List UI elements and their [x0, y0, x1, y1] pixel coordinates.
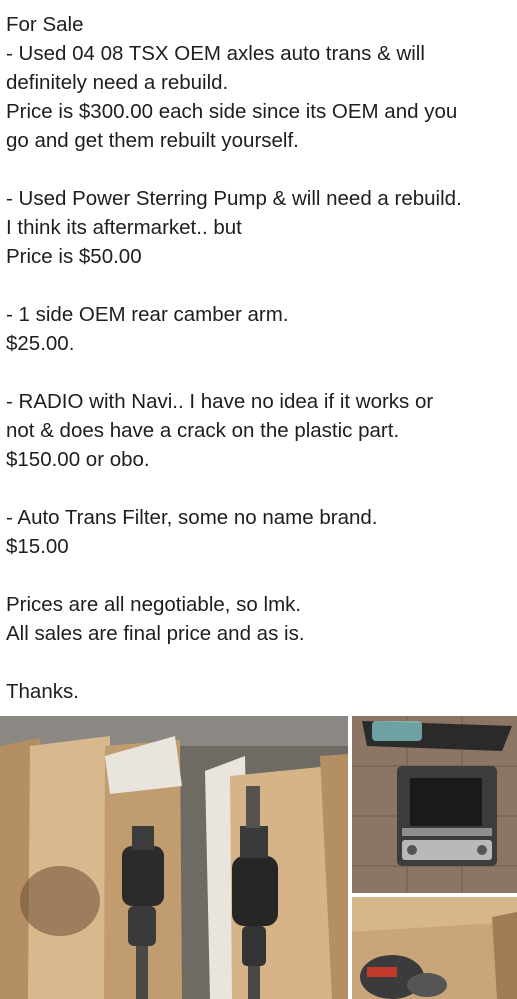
post-line: Thanks. — [6, 680, 79, 703]
post-line — [6, 271, 514, 300]
post-line: $15.00 — [6, 535, 69, 558]
post-line: go and get them rebuilt yourself. — [6, 129, 299, 152]
post-line: I think its aftermarket.. but — [6, 216, 242, 239]
post-line — [6, 561, 514, 590]
post-line: not & does have a crack on the plastic p… — [6, 419, 400, 442]
post-line: - RADIO with Navi.. I have no idea if it… — [6, 390, 434, 413]
post-line: $150.00 or obo. — [6, 448, 150, 471]
post-line: - 1 side OEM rear camber arm. — [6, 303, 289, 326]
navi-radio-image — [352, 716, 517, 893]
post-line: Price is $50.00 — [6, 245, 142, 268]
axles-photo[interactable] — [0, 716, 348, 999]
post-line — [6, 474, 514, 503]
axles-in-boxes-image — [0, 716, 348, 999]
post-line — [6, 648, 514, 677]
post-line — [6, 155, 514, 184]
post-line: - Used 04 08 TSX OEM axles auto trans & … — [6, 42, 425, 65]
radio-photo[interactable] — [352, 716, 517, 893]
post-line: $25.00. — [6, 332, 75, 355]
post-line: For Sale — [6, 13, 84, 36]
post-line: All sales are final price and as is. — [6, 622, 305, 645]
post-line: - Auto Trans Filter, some no name brand. — [6, 506, 378, 529]
post-line: Price is $300.00 each side since its OEM… — [6, 100, 458, 123]
trans-filter-box-image — [352, 897, 517, 999]
post-line — [6, 358, 514, 387]
post-text: For Sale - Used 04 08 TSX OEM axles auto… — [6, 10, 514, 706]
post-line: - Used Power Sterring Pump & will need a… — [6, 187, 462, 210]
post-line: Prices are all negotiable, so lmk. — [6, 593, 302, 616]
photo-grid — [0, 716, 517, 999]
post-line: definitely need a rebuild. — [6, 71, 229, 94]
filter-photo[interactable] — [352, 897, 517, 999]
